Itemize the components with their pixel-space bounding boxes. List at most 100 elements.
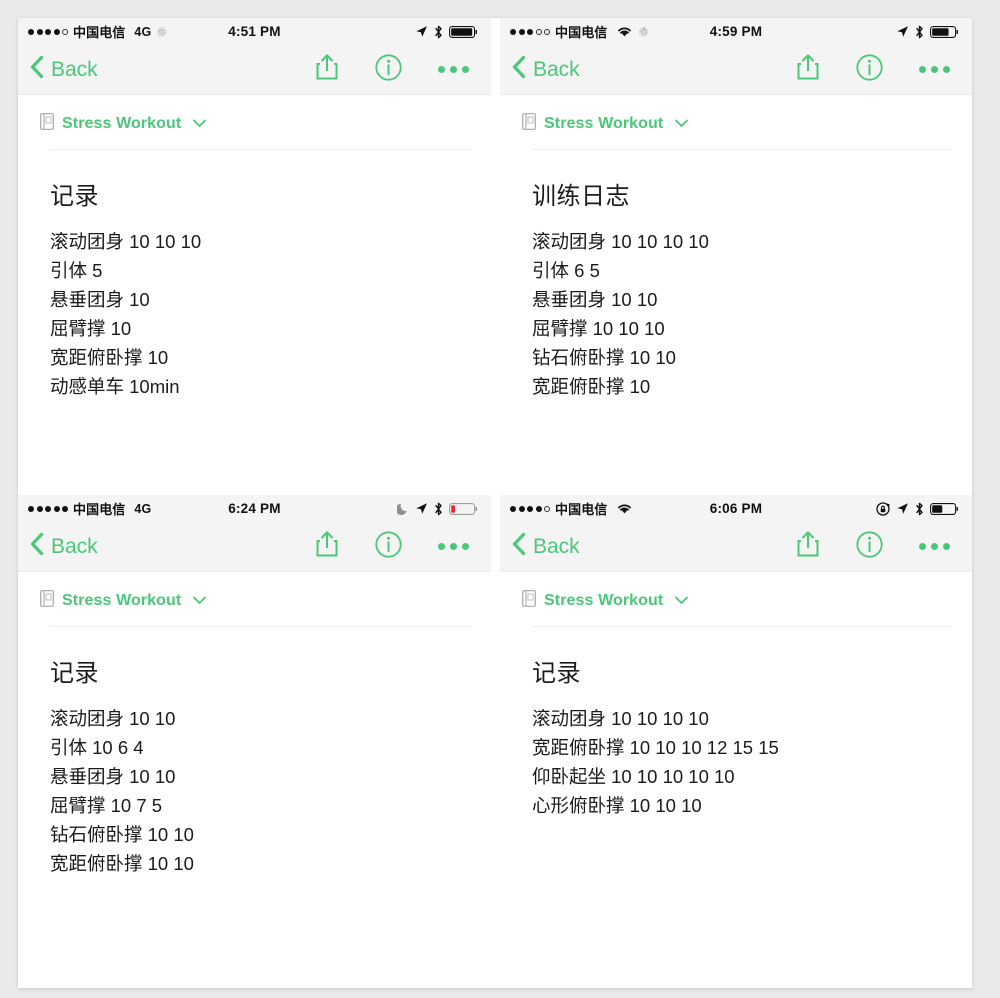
notebook-icon: [522, 590, 536, 612]
navigation-bar: Back: [500, 45, 972, 95]
screenshot-collage: 中国电信 4G 4:51 PM Back Stress Workout 记录 滚动团身 10…: [0, 0, 1000, 998]
signal-dot: [45, 28, 51, 35]
signal-dot: [527, 505, 533, 512]
info-icon[interactable]: [375, 53, 402, 86]
battery-icon: [449, 502, 477, 515]
more-icon[interactable]: [919, 66, 950, 73]
share-icon[interactable]: [315, 53, 339, 86]
more-icon[interactable]: [438, 543, 469, 550]
location-arrow-icon: [896, 25, 909, 38]
signal-dot: [535, 28, 542, 35]
workout-entry: 屈臂撑 10: [50, 318, 132, 339]
document-header[interactable]: Stress Workout: [18, 572, 491, 612]
chevron-down-icon[interactable]: [192, 115, 207, 133]
document-header[interactable]: Stress Workout: [500, 95, 972, 135]
workout-entry: 宽距俯卧撑 10: [50, 347, 169, 368]
signal-dot: [62, 505, 68, 512]
signal-dot: [527, 28, 533, 35]
back-button[interactable]: Back: [512, 55, 580, 85]
rotation-lock-icon: [876, 501, 890, 516]
panel-bottom-left: 中国电信 4G 6:24 PM Back Stress Workout 记录 滚动团身 10…: [18, 495, 491, 988]
location-arrow-icon: [896, 502, 909, 515]
document-title: Stress Workout: [544, 592, 664, 609]
more-icon[interactable]: [919, 543, 950, 550]
back-button[interactable]: Back: [30, 532, 98, 562]
carrier-label: 中国电信: [73, 502, 126, 517]
workout-entry: 滚动团身 10 10: [50, 708, 176, 729]
navigation-bar: Back: [18, 45, 491, 95]
back-button[interactable]: Back: [512, 532, 580, 562]
signal-strength-indicator: [510, 28, 550, 35]
signal-dot: [53, 505, 60, 512]
panel-top-left: 中国电信 4G 4:51 PM Back Stress Workout 记录 滚动团身 10…: [18, 18, 491, 488]
workout-entry: 钻石俯卧撑 10 10: [50, 824, 194, 845]
workout-entry: 滚动团身 10 10 10 10: [532, 231, 709, 252]
notebook-icon: [40, 113, 54, 135]
status-bar: 中国电信 4:59 PM: [500, 18, 972, 45]
signal-dot: [518, 28, 525, 35]
notebook-icon: [40, 590, 54, 612]
back-button[interactable]: Back: [30, 55, 98, 85]
back-button-label: Back: [533, 57, 580, 81]
chevron-down-icon[interactable]: [674, 115, 689, 133]
battery-icon: [930, 25, 958, 38]
signal-dot: [28, 505, 34, 512]
info-icon[interactable]: [856, 53, 883, 86]
document-header[interactable]: Stress Workout: [500, 572, 972, 612]
document-header[interactable]: Stress Workout: [18, 95, 491, 135]
workout-entry: 心形俯卧撑 10 10 10: [532, 795, 702, 816]
signal-dot: [544, 505, 550, 512]
chevron-left-icon: [512, 55, 526, 85]
bluetooth-icon: [434, 25, 443, 39]
status-bar: 中国电信 4G 6:24 PM: [18, 495, 491, 522]
battery-icon: [930, 502, 958, 515]
signal-strength-indicator: [28, 505, 68, 512]
more-icon[interactable]: [438, 66, 469, 73]
chevron-down-icon[interactable]: [674, 592, 689, 610]
activity-spinner-icon: [156, 26, 167, 37]
chevron-down-icon[interactable]: [192, 592, 207, 610]
signal-dot: [510, 505, 516, 512]
workout-entry: 动感单车 10min: [50, 376, 180, 397]
share-icon[interactable]: [796, 530, 820, 563]
workout-entry: 悬垂团身 10 10: [50, 766, 176, 787]
signal-strength-indicator: [510, 505, 550, 512]
signal-dot: [544, 28, 550, 35]
share-icon[interactable]: [796, 53, 820, 86]
activity-spinner-icon: [638, 26, 649, 37]
workout-entry: 滚动团身 10 10 10: [50, 231, 202, 252]
navigation-bar: Back: [18, 522, 491, 572]
panel-bottom-right: 中国电信 6:06 PM Back Stress Workout 记录 滚动团身 10 1…: [500, 495, 972, 988]
workout-entry: 引体 10 6 4: [50, 737, 144, 758]
chevron-left-icon: [30, 55, 44, 85]
battery-icon: [449, 25, 477, 38]
signal-dot: [36, 28, 43, 35]
note-heading: 训练日志: [532, 183, 630, 210]
carrier-label: 中国电信: [555, 25, 608, 40]
note-heading: 记录: [532, 660, 581, 687]
note-content: 记录 滚动团身 10 10 10 10 宽距俯卧撑 10 10 10 12 15 1…: [500, 627, 972, 820]
note-content: 训练日志 滚动团身 10 10 10 10 引体 6 5 悬垂团身 10 10 屈臂撑 …: [500, 150, 972, 401]
panel-top-right: 中国电信 4:59 PM Back Stress Workout 训练日志滚动团身 10…: [500, 18, 972, 488]
note-heading: 记录: [50, 660, 99, 687]
workout-entry: 宽距俯卧撑 10: [532, 376, 651, 397]
signal-dot: [53, 28, 60, 35]
wifi-icon: [616, 502, 633, 515]
network-type-label: 4G: [134, 501, 152, 516]
bluetooth-icon: [915, 25, 924, 39]
document-title: Stress Workout: [62, 115, 182, 132]
workout-entry: 宽距俯卧撑 10 10: [50, 853, 194, 874]
back-button-label: Back: [51, 534, 98, 558]
info-icon[interactable]: [375, 530, 402, 563]
location-arrow-icon: [415, 25, 428, 38]
workout-entry: 仰卧起坐 10 10 10 10 10: [532, 766, 735, 787]
document-title: Stress Workout: [62, 592, 182, 609]
signal-dot: [510, 28, 516, 35]
back-button-label: Back: [51, 57, 98, 81]
info-icon[interactable]: [856, 530, 883, 563]
signal-dot: [28, 28, 34, 35]
workout-entry: 悬垂团身 10 10: [532, 289, 658, 310]
chevron-left-icon: [512, 532, 526, 562]
carrier-label: 中国电信: [555, 502, 608, 517]
share-icon[interactable]: [315, 530, 339, 563]
